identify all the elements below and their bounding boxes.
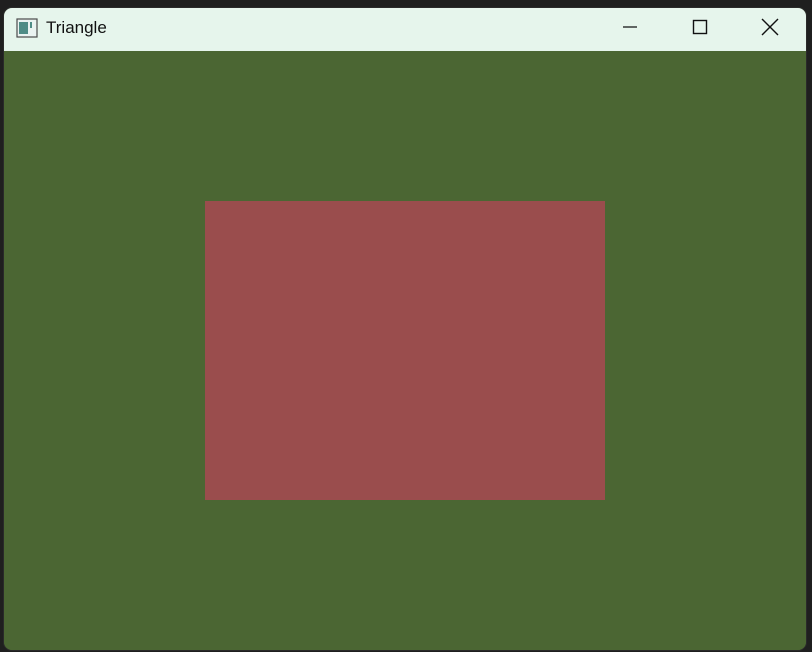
render-canvas bbox=[4, 51, 806, 650]
title-bar[interactable]: Triangle bbox=[4, 8, 806, 51]
window-title: Triangle bbox=[46, 18, 107, 37]
app-window-icon bbox=[16, 18, 38, 38]
close-icon bbox=[761, 18, 779, 41]
rendered-quad bbox=[205, 201, 605, 500]
close-button[interactable] bbox=[742, 8, 798, 51]
minimize-button[interactable] bbox=[602, 8, 658, 51]
app-window: Triangle bbox=[4, 8, 806, 650]
maximize-button[interactable] bbox=[672, 8, 728, 51]
minimize-icon bbox=[622, 19, 638, 40]
maximize-icon bbox=[692, 19, 708, 40]
